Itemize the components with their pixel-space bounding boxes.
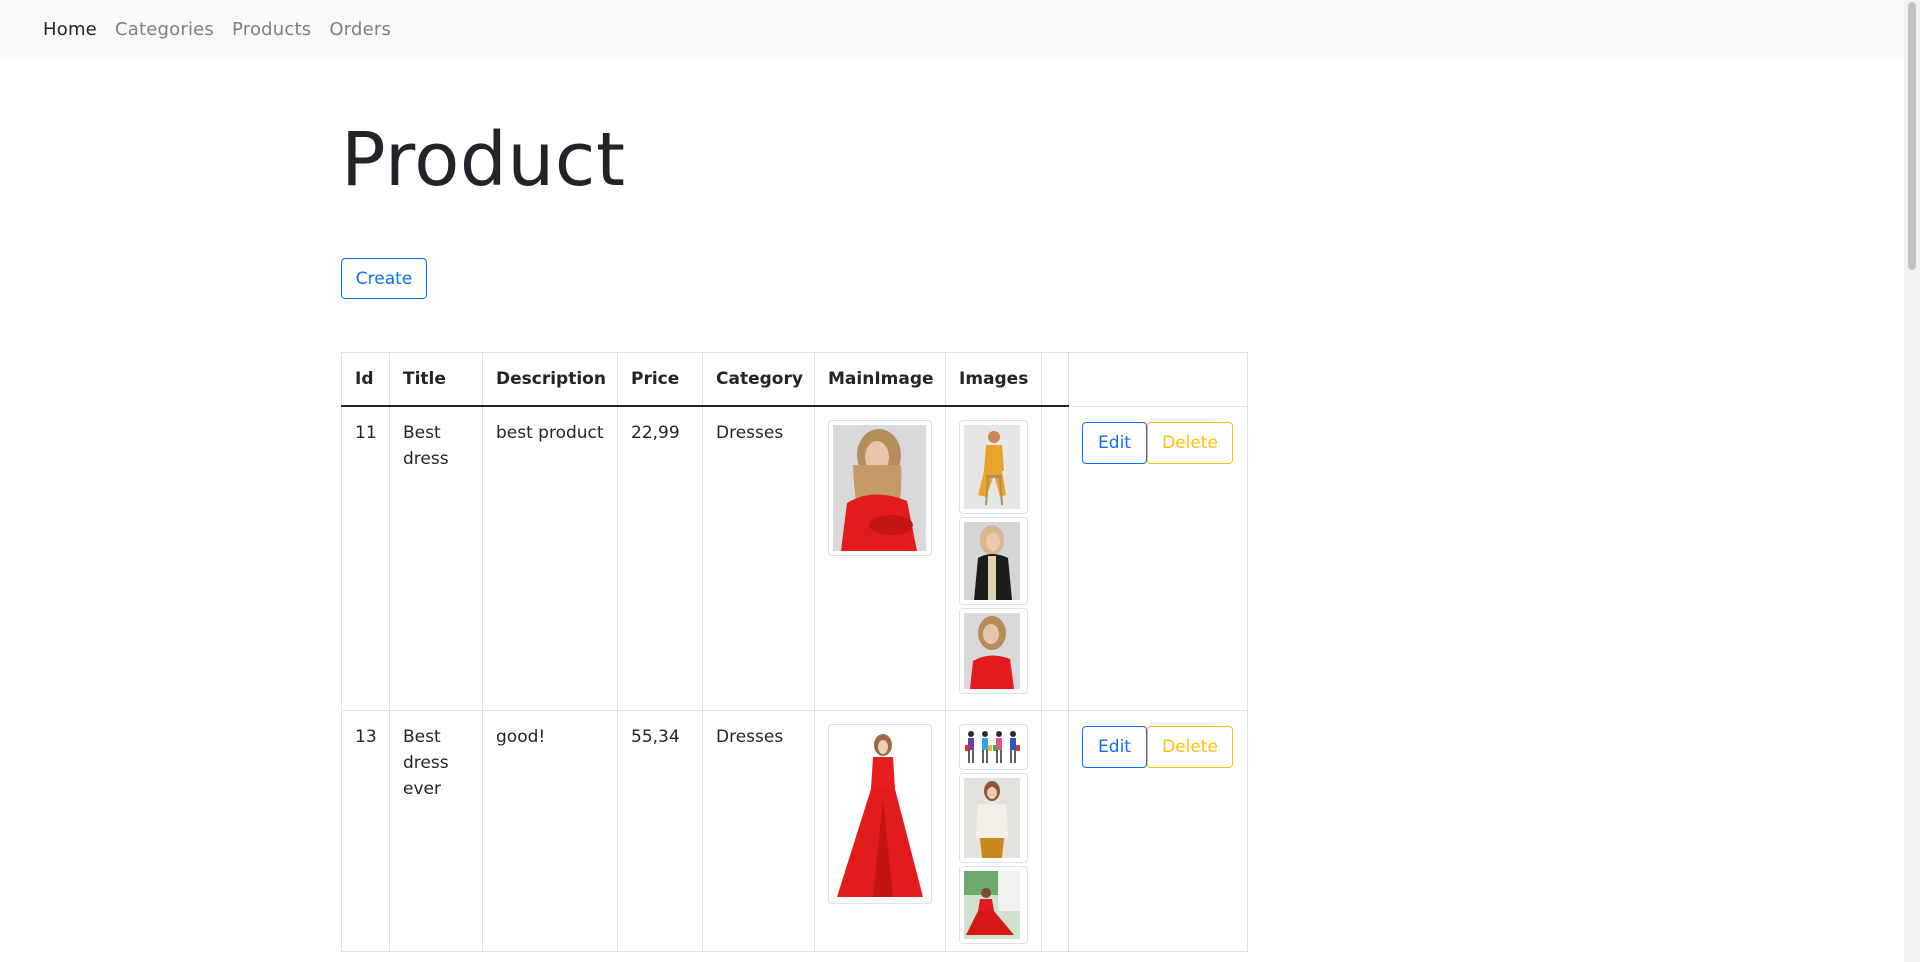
header-main-image: MainImage [814,352,946,407]
vertical-scrollbar[interactable] [1904,0,1920,962]
cell-actions: Edit Delete [1068,405,1248,711]
model-red-sweater-photo [964,613,1020,689]
delete-button[interactable]: Delete [1147,726,1233,768]
model-white-blouse-photo [964,778,1020,858]
model-red-gown-photo [833,729,926,899]
page: Home Categories Products Orders Product … [0,0,1920,962]
edit-button[interactable]: Edit [1082,421,1147,464]
page-title: Product [341,117,626,203]
cell-category: Dresses [702,710,815,952]
model-yellow-outfit-on-stool-photo [964,425,1020,509]
header-actions [1068,352,1248,407]
header-empty [1041,352,1069,407]
row-actions: Edit Delete [1082,420,1234,464]
image-thumbnail [959,724,1028,770]
cell-title: Best dress [389,405,483,711]
main-image-thumbnail [828,420,932,556]
image-thumbnail [959,866,1028,944]
cell-main-image [814,405,946,711]
table-row: 13 Best dress ever good! 55,34 Dresses E… [341,710,1248,952]
create-button[interactable]: Create [341,258,427,299]
cell-id: 11 [341,405,390,711]
cell-description: best product [482,405,618,711]
cell-empty [1041,710,1069,952]
header-id: Id [341,352,390,407]
scrollbar-thumb[interactable] [1908,2,1916,270]
image-thumbnail [959,420,1028,514]
image-thumbnail [959,773,1028,863]
image-thumbnail [959,608,1028,694]
table-header-row: Id Title Description Price Category Main… [341,352,1248,407]
table-row: 11 Best dress best product 22,99 Dresses [341,405,1248,711]
main-image-thumbnail [828,724,932,904]
nav-home-link[interactable]: Home [43,19,97,40]
products-table: Id Title Description Price Category Main… [341,352,1248,952]
cell-category: Dresses [702,405,815,711]
cell-actions: Edit Delete [1068,710,1248,952]
nav-categories-link[interactable]: Categories [115,19,214,40]
nav-orders-link[interactable]: Orders [329,19,391,40]
model-black-jacket-photo [964,522,1020,600]
top-navbar: Home Categories Products Orders [0,0,1904,59]
cell-description: good! [482,710,618,952]
delete-button[interactable]: Delete [1147,421,1233,464]
cell-id: 13 [341,710,390,952]
edit-button[interactable]: Edit [1082,726,1147,768]
cell-title: Best dress ever [389,710,483,952]
nav-products-link[interactable]: Products [232,19,311,40]
cell-images [945,710,1042,952]
cell-main-image [814,710,946,952]
cell-images [945,405,1042,711]
cell-price: 55,34 [617,710,703,952]
model-red-dress-garden-photo [964,871,1020,939]
cell-price: 22,99 [617,405,703,711]
header-images: Images [945,352,1042,407]
header-category: Category [702,352,815,407]
image-thumbnail [959,517,1028,605]
cell-empty [1041,405,1069,711]
row-actions: Edit Delete [1082,724,1234,768]
header-description: Description [482,352,618,407]
shopping-women-illustration [964,729,1020,765]
model-red-sweater-photo [833,425,926,551]
header-title: Title [389,352,483,407]
header-price: Price [617,352,703,407]
